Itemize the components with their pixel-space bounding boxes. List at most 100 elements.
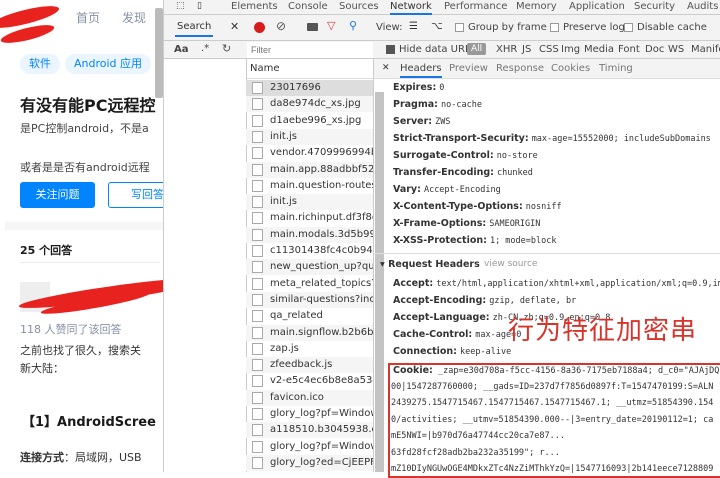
request-row[interactable]: qa_related bbox=[246, 308, 373, 324]
type-ws[interactable]: WS bbox=[668, 44, 684, 55]
tab-performance[interactable]: Performance bbox=[444, 1, 507, 12]
request-name: glory_log?ed=CjEEPFE. bbox=[270, 456, 373, 468]
view-source-link[interactable]: view source bbox=[484, 259, 537, 269]
checkbox-icon[interactable] bbox=[550, 22, 559, 32]
request-row[interactable]: v2-e5c4ec6b8e8a534a bbox=[246, 373, 373, 389]
device-toolbar-icon[interactable]: ▯ bbox=[197, 1, 202, 11]
tab-sources[interactable]: Sources bbox=[339, 1, 379, 12]
file-icon bbox=[252, 342, 263, 355]
checkbox-icon[interactable] bbox=[386, 44, 395, 54]
request-name: zfeedback.js bbox=[270, 359, 333, 371]
request-row[interactable]: glory_log?ed=CjEEPFE. bbox=[246, 454, 373, 471]
type-js[interactable]: JS bbox=[522, 44, 531, 55]
request-name: init.js bbox=[270, 130, 297, 142]
request-row[interactable]: glory_log?pf=Windows bbox=[246, 406, 373, 422]
type-img[interactable]: Img bbox=[561, 44, 580, 55]
checkbox-icon[interactable] bbox=[455, 22, 464, 32]
name-column-header[interactable]: Name bbox=[247, 59, 373, 79]
type-manifest[interactable]: Manifest bbox=[691, 44, 720, 55]
close-search-icon[interactable]: ✕ bbox=[230, 20, 239, 33]
request-row[interactable]: favicon.ico bbox=[246, 389, 373, 406]
request-row[interactable]: init.js bbox=[246, 128, 373, 145]
request-row[interactable]: d1aebe996_xs.jpg bbox=[246, 113, 373, 129]
type-media[interactable]: Media bbox=[584, 44, 614, 55]
tab-network[interactable]: Network bbox=[390, 1, 432, 15]
tab-memory[interactable]: Memory bbox=[516, 1, 557, 12]
inspect-element-icon[interactable]: ⬚ bbox=[176, 1, 185, 11]
refresh-icon[interactable]: ↻ bbox=[222, 42, 231, 55]
record-icon[interactable] bbox=[254, 22, 265, 33]
request-row[interactable]: a118510.b3045938.c18 bbox=[246, 422, 373, 439]
tab-application[interactable]: Application bbox=[569, 1, 625, 12]
request-name: main.app.88adbbf52b0 bbox=[270, 163, 373, 175]
group-by-frame-checkbox[interactable]: Group by frame bbox=[455, 22, 547, 33]
request-headers-title[interactable]: ▾ Request Headers bbox=[380, 259, 480, 270]
tab-audits[interactable]: Audits bbox=[687, 1, 718, 12]
preserve-log-checkbox[interactable]: Preserve log bbox=[550, 22, 625, 33]
regex-button[interactable]: .* bbox=[201, 43, 209, 54]
nav-home[interactable]: 首页 bbox=[76, 9, 100, 26]
request-row[interactable]: zfeedback.js bbox=[246, 357, 373, 374]
vote-count: 118 人赞同了该回答 bbox=[20, 323, 122, 336]
clear-icon[interactable]: ⊘ bbox=[276, 19, 286, 33]
tab-timing[interactable]: Timing bbox=[599, 63, 633, 74]
tab-security[interactable]: Security bbox=[634, 1, 675, 12]
request-row[interactable]: main.richinput.df3f8e2 bbox=[246, 210, 373, 226]
disable-cache-checkbox[interactable]: Disable cache bbox=[624, 22, 707, 33]
close-detail-icon[interactable]: ✕ bbox=[382, 63, 390, 73]
type-doc[interactable]: Doc bbox=[645, 44, 664, 55]
tab-elements[interactable]: Elements bbox=[231, 1, 278, 12]
request-row[interactable]: main.signflow.b2b6b2c bbox=[246, 324, 373, 341]
filter-input[interactable] bbox=[247, 42, 373, 58]
request-row[interactable]: new_question_up?ques bbox=[246, 259, 373, 276]
tab-response[interactable]: Response bbox=[496, 63, 544, 74]
tab-console[interactable]: Console bbox=[288, 1, 328, 12]
type-xhr[interactable]: XHR bbox=[496, 44, 517, 55]
request-name: v2-e5c4ec6b8e8a534a bbox=[270, 375, 373, 387]
topic-tag[interactable]: Android 应用 bbox=[65, 54, 152, 74]
search-tab[interactable]: Search bbox=[175, 21, 214, 37]
filter-icon[interactable]: ▽ bbox=[327, 19, 335, 32]
request-row[interactable]: 23017696 bbox=[246, 80, 373, 96]
file-icon bbox=[252, 456, 263, 469]
request-row[interactable]: similar-questions?inclu bbox=[246, 291, 373, 308]
file-icon bbox=[252, 277, 263, 290]
tab-headers[interactable]: Headers bbox=[400, 63, 442, 78]
type-all[interactable]: All bbox=[467, 43, 487, 55]
request-row[interactable]: main.app.88adbbf52b0 bbox=[246, 161, 373, 178]
request-row[interactable]: vendor.4709996994b6c bbox=[246, 145, 373, 161]
large-rows-icon[interactable]: ☰ bbox=[409, 21, 418, 32]
type-font[interactable]: Font bbox=[618, 44, 640, 55]
connection-label: 连接方式 bbox=[20, 451, 64, 464]
request-row[interactable]: init.js bbox=[246, 194, 373, 211]
detail-scrollbar[interactable] bbox=[375, 92, 384, 472]
hide-data-urls-checkbox[interactable]: Hide data URLs bbox=[386, 44, 476, 55]
question-title: 有没有能PC远程控 bbox=[20, 96, 156, 115]
topic-tag[interactable]: 软件 bbox=[20, 54, 60, 74]
screenshot-camera-icon[interactable] bbox=[307, 23, 318, 31]
nav-discover[interactable]: 发现 bbox=[122, 9, 146, 26]
request-row[interactable]: main.question-routes.1 bbox=[246, 178, 373, 194]
request-row[interactable]: glory_log?pf=Windows bbox=[246, 439, 373, 455]
request-row[interactable]: c11301438fc4c0b94f06 bbox=[246, 243, 373, 259]
file-icon bbox=[252, 147, 263, 160]
file-icon bbox=[252, 391, 263, 404]
request-row[interactable]: meta_related_topics?in bbox=[246, 276, 373, 292]
type-css[interactable]: CSS bbox=[539, 44, 559, 55]
request-row[interactable]: main.modals.3d5b996 bbox=[246, 226, 373, 243]
cookie-value: _zap=e30d708a-f5cc-4156-8a36-7175eb7188a… bbox=[432, 366, 720, 376]
write-answer-button[interactable]: 写回答 bbox=[108, 182, 163, 208]
checkbox-icon[interactable] bbox=[624, 22, 633, 32]
follow-question-button[interactable]: 关注问题 bbox=[20, 182, 95, 208]
file-icon bbox=[252, 130, 263, 143]
tab-cookies[interactable]: Cookies bbox=[551, 63, 590, 74]
waterfall-icon[interactable]: ⌥ bbox=[431, 21, 443, 32]
request-row[interactable]: zap.js bbox=[246, 341, 373, 357]
tab-preview[interactable]: Preview bbox=[449, 63, 488, 74]
search-icon[interactable]: ⚲ bbox=[349, 19, 357, 32]
hide-data-urls-label: Hide data URLs bbox=[399, 44, 476, 55]
page-scrollbar[interactable] bbox=[155, 8, 163, 98]
request-row[interactable]: da8e974dc_xs.jpg bbox=[246, 96, 373, 113]
request-header-row: Connection: keep-alive bbox=[393, 346, 511, 357]
match-case-button[interactable]: Aa bbox=[174, 44, 189, 55]
